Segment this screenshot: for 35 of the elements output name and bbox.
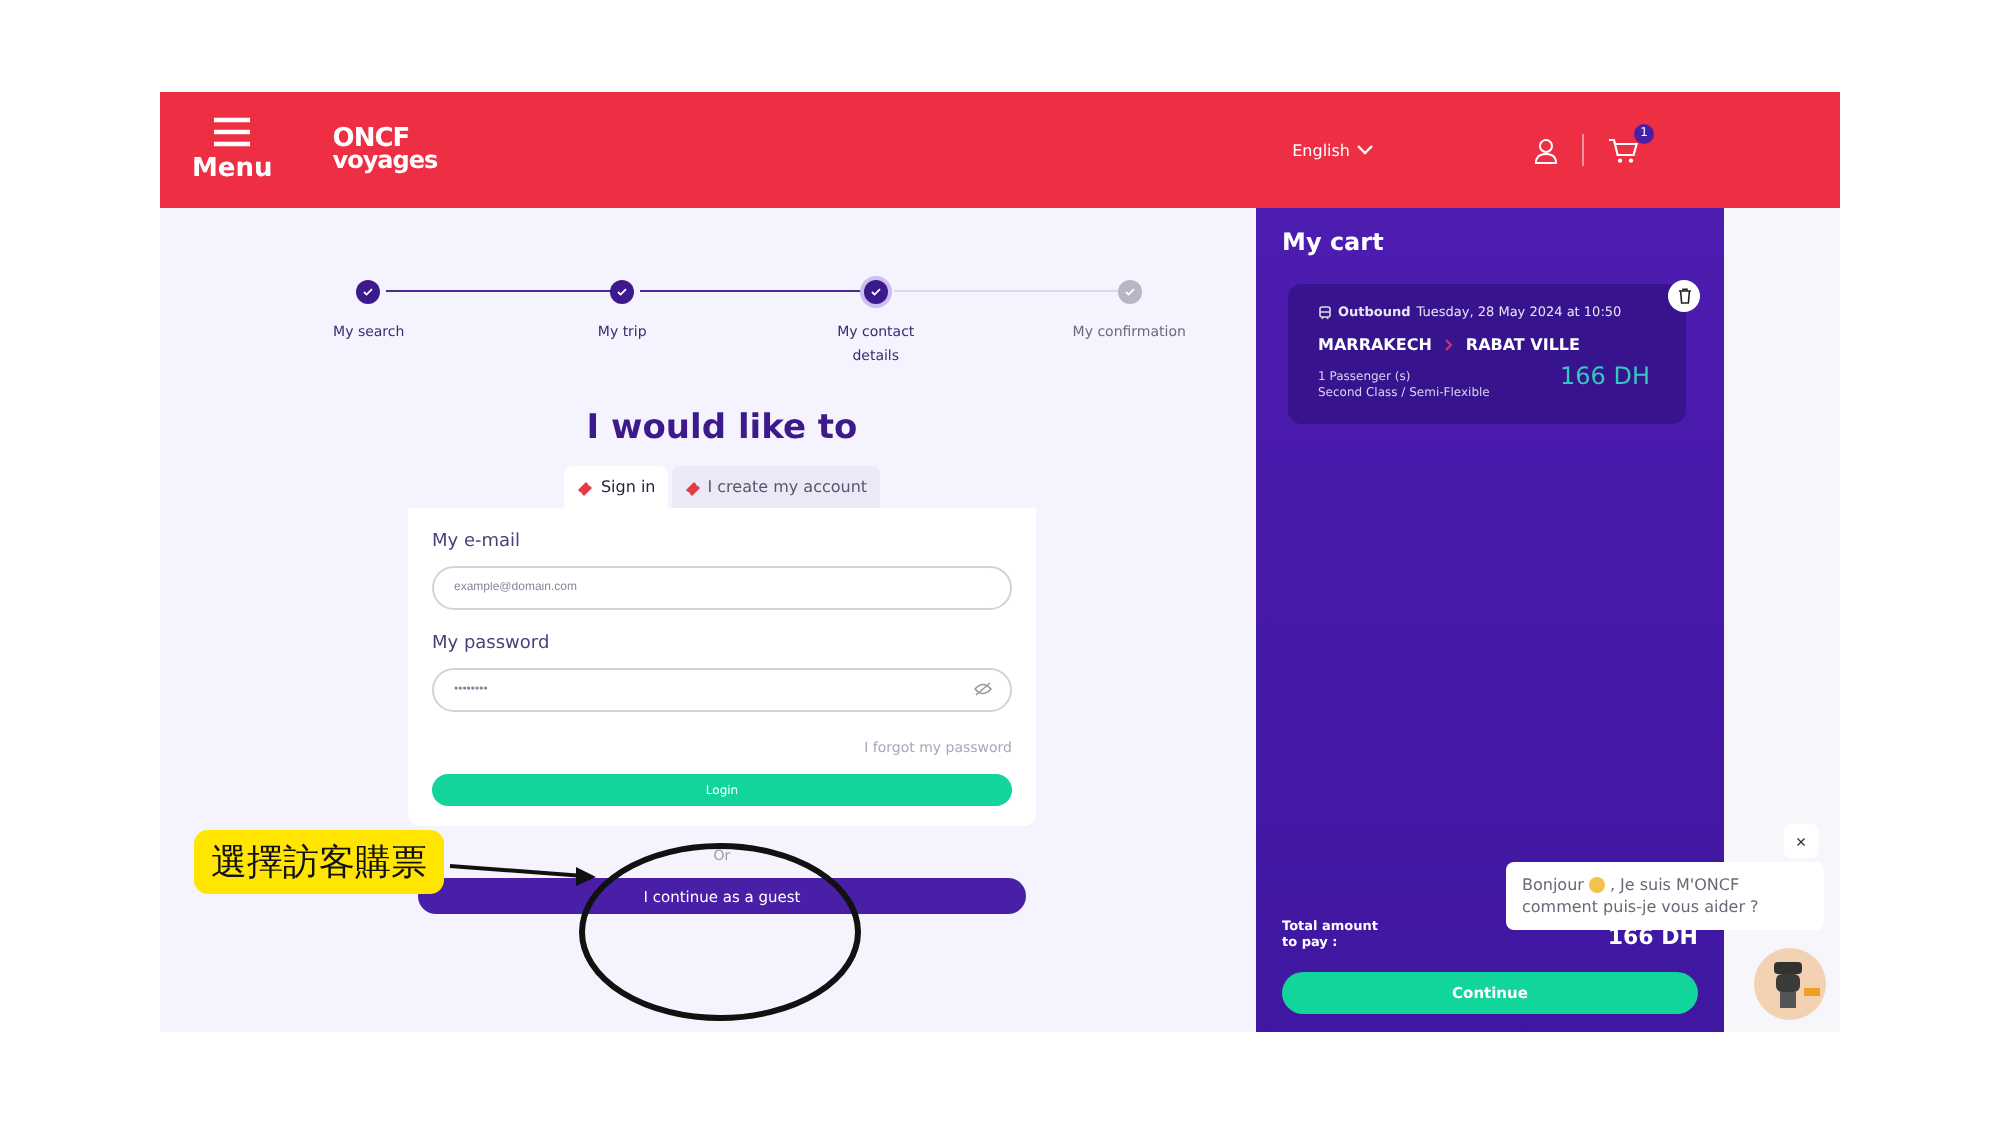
chat-message: comment puis-je vous aider ?: [1522, 896, 1761, 918]
field-label: My e-mail: [432, 532, 523, 552]
field-label: My password: [432, 634, 552, 654]
cart-button[interactable]: [1608, 137, 1638, 163]
chat-message: , Je suis M'ONCF: [1609, 874, 1740, 896]
ticket-icon: [683, 479, 702, 495]
chat-greeting: Bonjour: [1522, 874, 1584, 896]
tab[interactable]: Sign in: [564, 466, 668, 508]
chevron-down-icon: [1356, 144, 1374, 156]
annotation-label: 選擇訪客購票: [194, 830, 444, 894]
check-icon: [1123, 286, 1136, 298]
close-button[interactable]: ×: [1784, 824, 1818, 858]
chatbot-avatar-icon[interactable]: [1754, 948, 1826, 1020]
check-icon: [362, 286, 375, 298]
check-icon: [616, 286, 629, 298]
cart-icon: [1608, 137, 1638, 163]
logo[interactable]: ONCF voyages: [332, 128, 438, 172]
ticket-icon: [576, 479, 595, 495]
eye-icon[interactable]: [974, 682, 992, 696]
user-icon: [1534, 137, 1558, 163]
trip-price: 166 DH: [1560, 362, 1650, 390]
check-icon: [869, 286, 882, 298]
train-icon: [1318, 305, 1332, 319]
cart-title: My cart: [1282, 228, 1386, 256]
menu-button[interactable]: Menu: [192, 116, 273, 184]
menu-icon: [212, 116, 253, 148]
tab[interactable]: I create my account: [671, 466, 880, 508]
account-button[interactable]: [1534, 137, 1558, 163]
destination-station: RABAT VILLE: [1465, 336, 1580, 354]
chevron-right-icon: [1443, 338, 1454, 352]
delete-button[interactable]: [1668, 280, 1700, 312]
language-selector[interactable]: English: [1292, 141, 1374, 159]
trash-icon: [1677, 288, 1691, 304]
origin-station: MARRAKECH: [1318, 336, 1432, 354]
page-heading: I would like to: [584, 408, 860, 448]
